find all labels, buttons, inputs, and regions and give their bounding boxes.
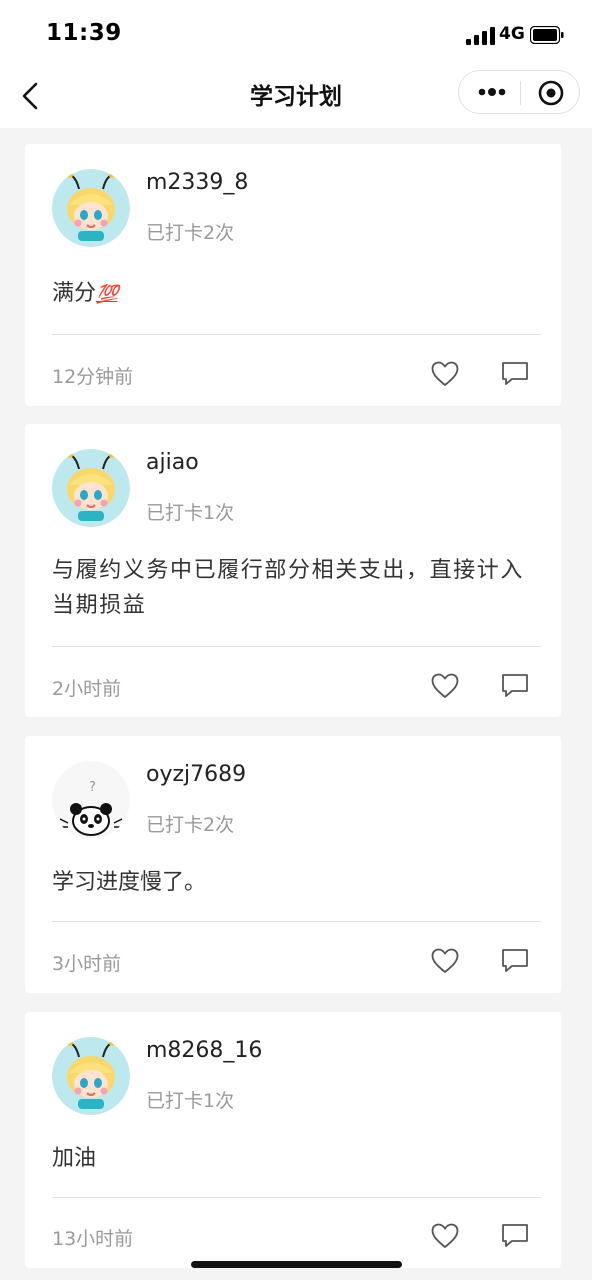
post-divider <box>52 921 541 922</box>
post-time: 2小时前 <box>52 678 122 700</box>
post-content: 与履约义务中已履行部分相关支出，直接计入当期损益 <box>52 558 525 618</box>
bee-avatar[interactable] <box>52 1037 130 1115</box>
post-card: ? oyzj7689 已打卡2次 学习进度慢了。 3小时前 <box>25 736 561 993</box>
comment-icon[interactable] <box>501 361 529 387</box>
post-content: 加油 <box>52 1146 97 1171</box>
bee-avatar[interactable] <box>52 169 130 247</box>
post-text: 满分 <box>52 281 97 306</box>
post-divider <box>52 1197 541 1198</box>
like-heart-icon[interactable] <box>431 948 459 974</box>
post-card: m2339_8 已打卡2次 满分💯 12分钟前 <box>25 144 561 406</box>
post-time: 12分钟前 <box>52 366 134 388</box>
signal-icon <box>466 27 495 45</box>
comment-icon[interactable] <box>501 948 529 974</box>
status-time: 11:39 <box>46 20 122 46</box>
status-bar: 11:39 4G <box>0 0 592 64</box>
post-username[interactable]: m8268_16 <box>146 1038 262 1063</box>
post-card: ajiao 已打卡1次 与履约义务中已履行部分相关支出，直接计入当期损益 2小时… <box>25 424 561 717</box>
more-icon[interactable] <box>477 83 507 101</box>
like-heart-icon[interactable] <box>431 673 459 699</box>
post-content: 满分💯 <box>52 276 541 312</box>
comment-icon[interactable] <box>501 673 529 699</box>
post-username[interactable]: oyzj7689 <box>146 762 246 787</box>
post-username[interactable]: ajiao <box>146 450 199 475</box>
hundred-points-icon: 💯 <box>96 284 118 305</box>
post-time: 3小时前 <box>52 953 122 975</box>
network-label: 4G <box>499 24 525 44</box>
svg-text:?: ? <box>89 780 96 795</box>
post-username[interactable]: m2339_8 <box>146 170 248 195</box>
mini-program-capsule <box>458 70 580 114</box>
post-time: 13小时前 <box>52 1228 134 1250</box>
checkin-count: 已打卡1次 <box>146 502 235 524</box>
like-heart-icon[interactable] <box>431 1223 459 1249</box>
battery-icon <box>530 26 564 44</box>
home-indicator[interactable] <box>191 1261 402 1268</box>
bee-avatar[interactable] <box>52 449 130 527</box>
checkin-count: 已打卡2次 <box>146 814 235 836</box>
checkin-count: 已打卡1次 <box>146 1090 235 1112</box>
checkin-count: 已打卡2次 <box>146 222 235 244</box>
like-heart-icon[interactable] <box>431 361 459 387</box>
panda-avatar[interactable]: ? <box>52 761 130 839</box>
post-content: 学习进度慢了。 <box>52 870 207 895</box>
capsule-divider <box>520 81 521 105</box>
post-divider <box>52 334 541 335</box>
close-target-icon[interactable] <box>537 79 565 107</box>
post-card: m8268_16 已打卡1次 加油 13小时前 <box>25 1012 561 1268</box>
nav-bar: 学习计划 <box>0 64 592 128</box>
post-divider <box>52 646 541 647</box>
comment-icon[interactable] <box>501 1223 529 1249</box>
